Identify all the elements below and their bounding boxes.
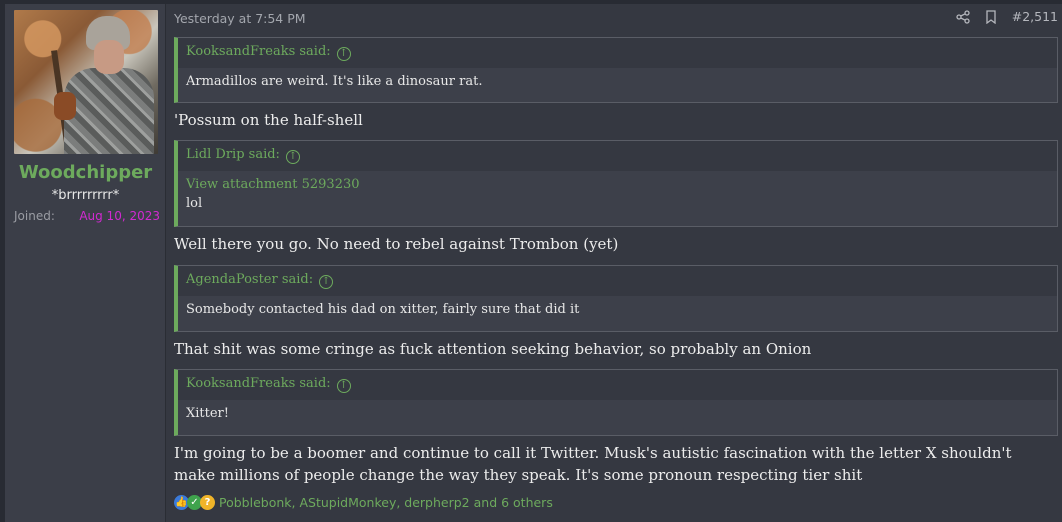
post-timestamp[interactable]: Yesterday at 7:54 PM [174,11,306,26]
post-actions: #2,511 [956,9,1058,24]
quote-body: Somebody contacted his dad on xitter, fa… [186,302,580,317]
page: Woodchipper *brrrrrrrrr* Joined: Aug 10,… [0,0,1062,522]
quote-block: AgendaPoster said: ↑ Somebody contacted h… [174,265,1058,332]
quote-header[interactable]: KooksandFreaks said: ↑ [178,370,1057,400]
quote-body: Armadillos are weird. It's like a dinosa… [186,74,483,89]
avatar[interactable] [14,10,158,154]
reactions-bar[interactable]: 👍 ✓ ? Pobblebonk, AStupidMonkey, derpher… [174,495,553,510]
go-to-post-icon[interactable]: ↑ [336,47,351,61]
quote-author[interactable]: KooksandFreaks said: [186,376,331,391]
joined-label: Joined: [14,209,55,223]
bookmark-icon[interactable] [984,9,998,24]
share-icon[interactable] [956,9,970,24]
go-to-post-icon[interactable]: ↑ [336,379,351,393]
quote-block: KooksandFreaks said: ↑ Armadillos are wei… [174,37,1058,103]
reaction-icons: 👍 ✓ ? [174,495,215,510]
forum-post: Woodchipper *brrrrrrrrr* Joined: Aug 10,… [5,4,1062,522]
quote-author[interactable]: Lidl Drip said: [186,147,280,162]
quote-block: Lidl Drip said: ↑ View attachment 5293230… [174,140,1058,227]
quote-header[interactable]: AgendaPoster said: ↑ [178,266,1057,296]
reaction-users[interactable]: Pobblebonk, AStupidMonkey, derpherp2 and… [219,495,553,510]
reply-text: That shit was some cringe as fuck attent… [174,340,812,358]
user-info-panel: Woodchipper *brrrrrrrrr* Joined: Aug 10,… [5,4,166,522]
go-to-post-icon[interactable]: ↑ [319,275,334,289]
username[interactable]: Woodchipper [5,162,166,183]
quote-header[interactable]: KooksandFreaks said: ↑ [178,38,1057,68]
user-title: *brrrrrrrrr* [51,188,120,203]
quote-author[interactable]: KooksandFreaks said: [186,44,331,59]
view-attachment-link[interactable]: View attachment 5293230 [186,177,1049,192]
quote-header[interactable]: Lidl Drip said: ↑ [178,141,1057,171]
quote-body: Xitter! [186,406,229,421]
thinking-icon: ? [200,495,215,510]
joined-date: Aug 10, 2023 [79,209,160,223]
quote-body: View attachment 5293230 lol [178,171,1057,219]
post-number[interactable]: #2,511 [1012,9,1058,24]
go-to-post-icon[interactable]: ↑ [285,150,300,164]
quote-text: lol [186,196,203,211]
quote-author[interactable]: AgendaPoster said: [186,272,313,287]
reply-text: I'm going to be a boomer and continue to… [174,444,1012,484]
reply-text: Well there you go. No need to rebel agai… [174,235,619,253]
reply-text: 'Possum on the half-shell [174,111,363,129]
quote-block: KooksandFreaks said: ↑ Xitter! [174,369,1058,436]
post-content: Yesterday at 7:54 PM #2,511 KooksandFrea… [166,4,1062,522]
